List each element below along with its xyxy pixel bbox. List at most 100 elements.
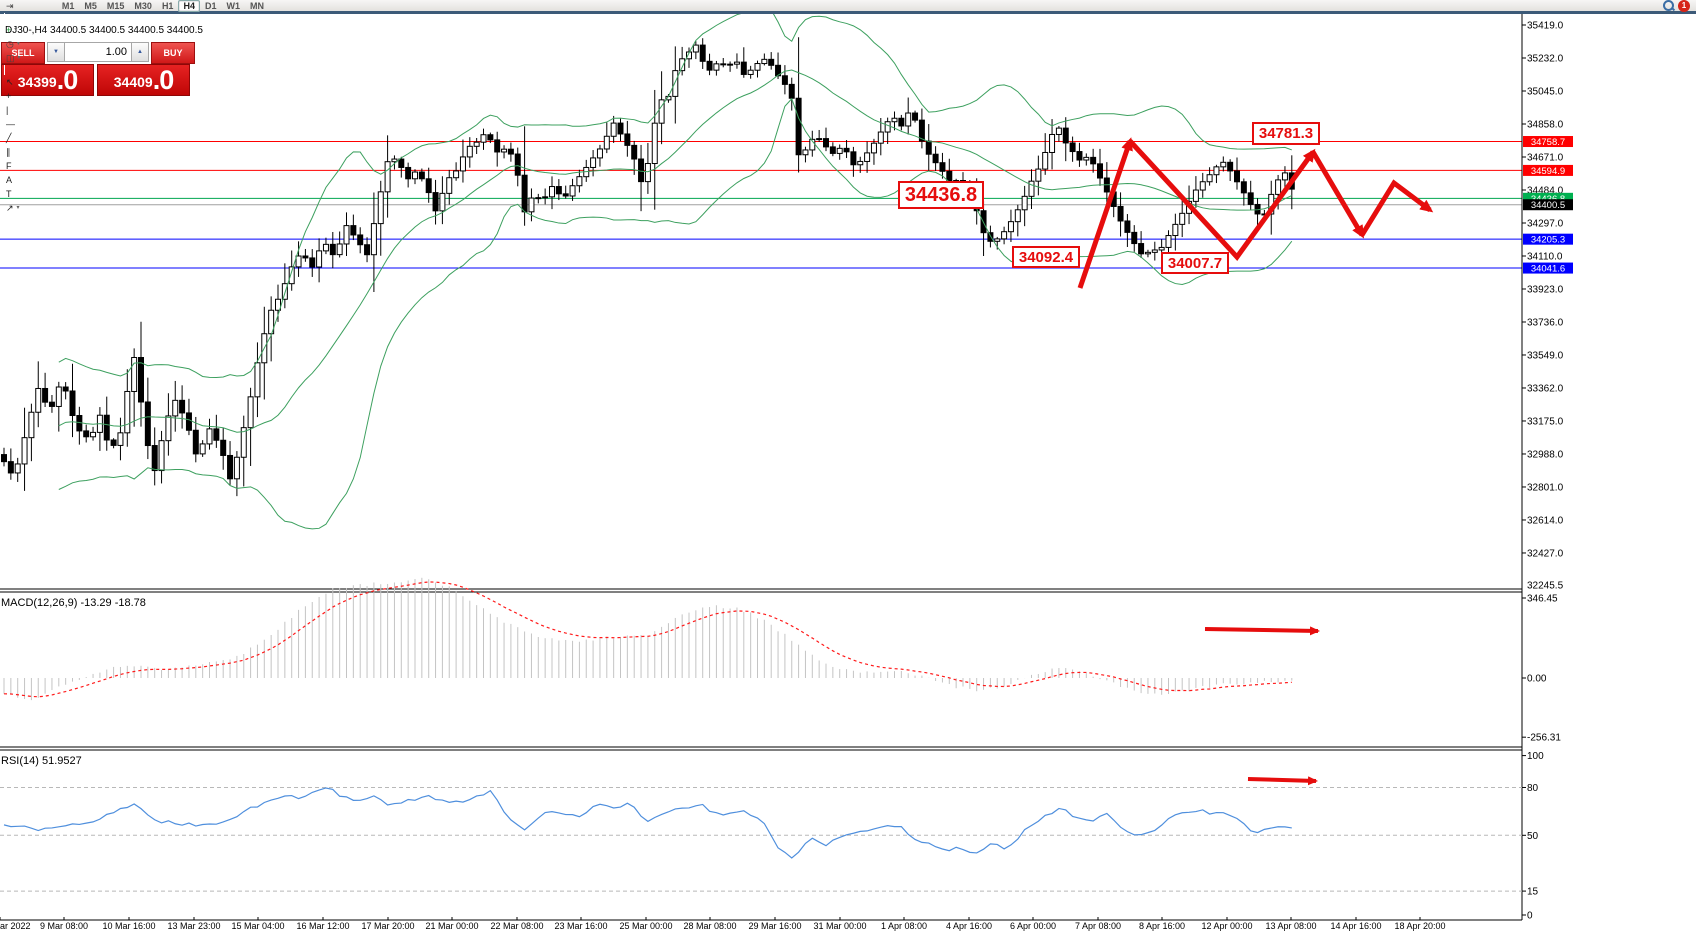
toolbar-buttons: ▦✚新订单▰▥◉◎自动交易|||▮∿⊕⊖▦▶⇥+▾◷▾◫▾↖+|—╱∥FAT↗▾ (2, 0, 56, 225)
svg-text:7 Apr 08:00: 7 Apr 08:00 (1075, 921, 1121, 931)
svg-text:16 Mar 12:00: 16 Mar 12:00 (296, 921, 349, 931)
periods-icon[interactable]: ◷▾ (2, 37, 56, 51)
svg-text:32988.0: 32988.0 (1527, 449, 1564, 460)
price-chart[interactable]: 35419.035232.035045.034858.034671.034484… (0, 0, 1696, 933)
svg-text:0.00: 0.00 (1527, 674, 1547, 685)
svg-text:12 Apr 00:00: 12 Apr 00:00 (1201, 921, 1252, 931)
svg-text:22 Mar 08:00: 22 Mar 08:00 (490, 921, 543, 931)
svg-text:-256.31: -256.31 (1527, 733, 1561, 744)
timeframe-M5[interactable]: M5 (79, 0, 102, 12)
horizontal-line-icon[interactable]: — (2, 117, 56, 131)
svg-text:34594.9: 34594.9 (1531, 166, 1565, 177)
svg-text:33362.0: 33362.0 (1527, 383, 1564, 394)
chevron-down-icon: ▾ (18, 54, 21, 61)
rsi-label: RSI(14) 51.9527 (1, 755, 82, 767)
svg-text:50: 50 (1527, 831, 1539, 842)
indicators-icon: + (6, 25, 11, 35)
timeframe-MN[interactable]: MN (245, 0, 269, 12)
macd-label: MACD(12,26,9) -13.29 -18.78 (1, 597, 146, 609)
buy-price[interactable]: 34409.0 (97, 64, 190, 96)
svg-text:0: 0 (1527, 911, 1533, 922)
timeframe-H4[interactable]: H4 (178, 0, 200, 12)
svg-text:34110.0: 34110.0 (1527, 251, 1563, 262)
svg-text:13 Mar 23:00: 13 Mar 23:00 (167, 921, 220, 931)
time-axis[interactable]: ar 20229 Mar 08:0010 Mar 16:0013 Mar 23:… (0, 917, 1446, 931)
svg-text:35419.0: 35419.0 (1527, 21, 1564, 32)
indicators-icon[interactable]: +▾ (2, 23, 56, 37)
timeframe-M15[interactable]: M15 (102, 0, 130, 12)
svg-text:33736.0: 33736.0 (1527, 317, 1564, 328)
candlesticks[interactable] (2, 37, 1295, 496)
svg-text:4 Apr 16:00: 4 Apr 16:00 (946, 921, 992, 931)
svg-text:15 Mar 04:00: 15 Mar 04:00 (231, 921, 284, 931)
svg-text:1 Apr 08:00: 1 Apr 08:00 (881, 921, 927, 931)
svg-text:32245.5: 32245.5 (1527, 581, 1564, 592)
svg-text:17 Mar 20:00: 17 Mar 20:00 (361, 921, 414, 931)
vertical-line-icon[interactable]: | (2, 103, 56, 117)
price-callout-label[interactable]: 34436.8 (898, 181, 984, 209)
price-axis[interactable]: 35419.035232.035045.034858.034671.034484… (1522, 21, 1573, 592)
svg-text:9 Mar 08:00: 9 Mar 08:00 (40, 921, 88, 931)
price-callout-label[interactable]: 34781.3 (1252, 122, 1320, 145)
trendline-icon: ╱ (6, 133, 11, 143)
timeframe-H1[interactable]: H1 (157, 0, 179, 12)
svg-text:100: 100 (1527, 751, 1544, 762)
svg-text:346.45: 346.45 (1527, 594, 1558, 605)
fibonacci-icon: F (6, 161, 12, 171)
horizontal-levels[interactable] (0, 142, 1522, 269)
crosshair-icon[interactable]: + (2, 89, 56, 103)
text-icon[interactable]: A (2, 173, 56, 187)
svg-text:25 Mar 00:00: 25 Mar 00:00 (619, 921, 672, 931)
volume-field[interactable]: 1.00 (65, 42, 131, 62)
price-callout-label[interactable]: 34092.4 (1012, 246, 1080, 268)
rsi-trend-arrow[interactable] (1248, 779, 1316, 781)
equidistant-channel-icon[interactable]: ∥ (2, 145, 56, 159)
svg-text:28 Mar 08:00: 28 Mar 08:00 (683, 921, 736, 931)
svg-text:33549.0: 33549.0 (1527, 350, 1564, 361)
label-icon: T (6, 189, 12, 199)
svg-text:35232.0: 35232.0 (1527, 53, 1564, 64)
svg-text:33175.0: 33175.0 (1527, 416, 1564, 427)
timeframe-M30[interactable]: M30 (129, 0, 157, 12)
macd-trend-arrow[interactable] (1205, 629, 1318, 631)
macd-panel[interactable]: 346.45 0.00 -256.31 (4, 578, 1561, 744)
equidistant-channel-icon: ∥ (6, 147, 11, 157)
volume-up-button[interactable]: ▲ (131, 42, 149, 62)
svg-text:34858.0: 34858.0 (1527, 119, 1564, 130)
rsi-panel[interactable]: 1008050150 (0, 751, 1544, 921)
svg-text:21 Mar 00:00: 21 Mar 00:00 (425, 921, 478, 931)
periods-icon: ◷ (6, 39, 14, 49)
timeframe-W1[interactable]: W1 (221, 0, 245, 12)
chart-shift-icon[interactable]: ⇥ (2, 0, 56, 13)
templates-icon[interactable]: ◫▾ (2, 51, 56, 65)
svg-text:15: 15 (1527, 887, 1539, 898)
arrows-icon[interactable]: ↗▾ (2, 201, 56, 215)
svg-text:34041.6: 34041.6 (1531, 264, 1565, 275)
toolbar-separator (4, 65, 5, 75)
svg-text:33923.0: 33923.0 (1527, 284, 1564, 295)
svg-text:6 Apr 00:00: 6 Apr 00:00 (1010, 921, 1056, 931)
trendline-icon[interactable]: ╱ (2, 131, 56, 145)
price-callout-label[interactable]: 34007.7 (1161, 252, 1229, 274)
templates-icon: ◫ (6, 53, 15, 63)
buy-button[interactable]: BUY (151, 42, 195, 64)
label-icon[interactable]: T (2, 187, 56, 201)
timeframe-D1[interactable]: D1 (200, 0, 222, 12)
svg-text:18 Apr 20:00: 18 Apr 20:00 (1394, 921, 1445, 931)
svg-text:32801.0: 32801.0 (1527, 482, 1564, 493)
svg-text:23 Mar 16:00: 23 Mar 16:00 (554, 921, 607, 931)
svg-text:8 Apr 16:00: 8 Apr 16:00 (1139, 921, 1185, 931)
svg-text:13 Apr 08:00: 13 Apr 08:00 (1265, 921, 1316, 931)
community-icon[interactable]: 1 (1678, 0, 1690, 12)
cursor-icon[interactable]: ↖ (2, 75, 56, 89)
timeframe-M1[interactable]: M1 (57, 0, 80, 12)
svg-text:ar 2022: ar 2022 (0, 921, 31, 931)
mt4-window: ▦✚新订单▰▥◉◎自动交易|||▮∿⊕⊖▦▶⇥+▾◷▾◫▾↖+|—╱∥FAT↗▾… (0, 0, 1696, 933)
crosshair-icon: + (6, 91, 11, 101)
svg-text:32427.0: 32427.0 (1527, 548, 1564, 559)
fibonacci-icon[interactable]: F (2, 159, 56, 173)
toolbar-separator (4, 215, 5, 225)
svg-text:34758.7: 34758.7 (1531, 137, 1565, 148)
search-icon[interactable] (1663, 0, 1674, 11)
cursor-icon: ↖ (6, 77, 14, 87)
